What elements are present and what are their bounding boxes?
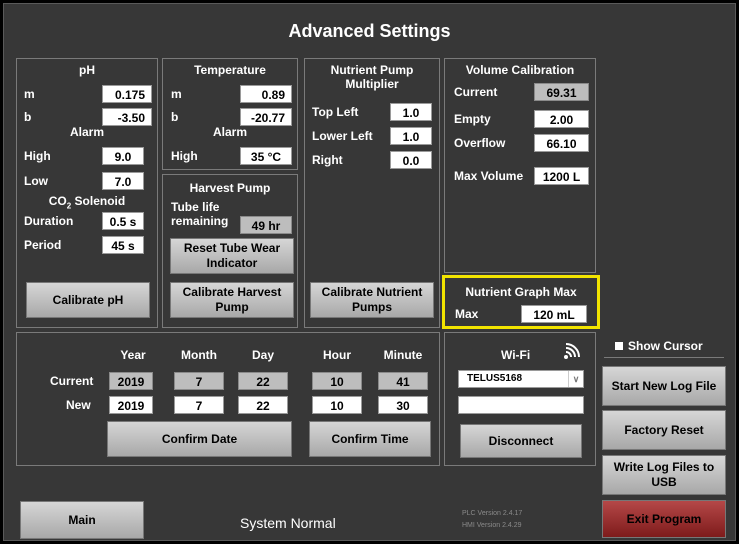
calibrate-harvest-pump-button[interactable]: Calibrate Harvest Pump [170,282,294,318]
wifi-network-value: TELUS5168 [467,373,523,384]
volume-empty-label: Empty [454,112,491,126]
harvest-pump-header: Harvest Pump [189,181,271,195]
ph-low-label: Low [24,174,48,188]
wifi-icon [562,342,582,360]
col-minute: Minute [383,348,423,362]
temp-m-field[interactable]: 0.89 [240,85,292,103]
volume-calibration-header: Volume Calibration [465,63,575,77]
wifi-password-field[interactable] [458,396,584,414]
ph-m-label: m [24,87,35,101]
volume-current-label: Current [454,85,498,99]
max-volume-field[interactable]: 1200 L [534,167,589,185]
hmi-version: HMI Version 2.4.29 [462,522,522,529]
temp-b-field[interactable]: -20.77 [240,108,292,126]
system-status: System Normal [240,515,336,531]
volume-overflow-field[interactable]: 66.10 [534,134,589,152]
temp-alarm-label: Alarm [212,125,247,139]
col-hour: Hour [323,348,351,362]
new-month-field[interactable]: 7 [174,396,224,414]
chevron-down-icon: ∨ [568,371,583,387]
temp-m-label: m [171,87,182,101]
ph-low-field[interactable]: 7.0 [102,172,144,190]
factory-reset-button[interactable]: Factory Reset [602,410,726,450]
exit-program-button[interactable]: Exit Program [602,500,726,538]
nutrient-graph-max-header: Nutrient Graph Max [465,285,577,299]
current-minute: 41 [378,372,428,390]
top-left-field[interactable]: 1.0 [390,103,432,121]
period-label: Period [24,238,62,252]
period-field[interactable]: 45 s [102,236,144,254]
duration-field[interactable]: 0.5 s [102,212,144,230]
main-button[interactable]: Main [20,501,144,539]
volume-overflow-label: Overflow [454,136,506,150]
divider [604,357,724,358]
confirm-time-button[interactable]: Confirm Time [309,421,431,457]
col-year: Year [120,348,146,362]
ph-high-label: High [24,149,51,163]
page-title: Advanced Settings [288,21,451,41]
confirm-date-button[interactable]: Confirm Date [107,421,292,457]
calibrate-ph-button[interactable]: Calibrate pH [26,282,150,318]
temp-b-label: b [171,110,179,124]
volume-current-value: 69.31 [534,83,589,101]
ph-b-field[interactable]: -3.50 [102,108,152,126]
current-date-label: Current [50,374,94,388]
lower-left-field[interactable]: 1.0 [390,127,432,145]
ph-m-field[interactable]: 0.175 [102,85,152,103]
plc-version: PLC Version 2.4.17 [462,510,523,517]
new-minute-field[interactable]: 30 [378,396,428,414]
disconnect-button[interactable]: Disconnect [460,424,582,458]
right-field[interactable]: 0.0 [390,151,432,169]
current-hour: 10 [312,372,362,390]
temperature-header: Temperature [194,63,266,77]
volume-empty-field[interactable]: 2.00 [534,110,589,128]
graph-max-label: Max [455,307,479,321]
lower-left-label: Lower Left [312,129,373,143]
current-day: 22 [238,372,288,390]
temp-high-field[interactable]: 35 °C [240,147,292,165]
ph-header: pH [79,63,95,77]
calibrate-nutrient-pumps-button[interactable]: Calibrate Nutrient Pumps [310,282,434,318]
wifi-network-select[interactable]: TELUS5168 ∨ [458,370,584,388]
start-new-log-file-button[interactable]: Start New Log File [602,366,726,406]
tube-life-label: Tube life remaining [171,200,229,228]
ph-alarm-label: Alarm [69,125,104,139]
show-cursor-checkbox[interactable] [615,342,623,350]
right-label: Right [312,153,343,167]
show-cursor-label: Show Cursor [628,339,703,353]
new-hour-field[interactable]: 10 [312,396,362,414]
duration-label: Duration [24,214,74,228]
reset-tube-wear-button[interactable]: Reset Tube Wear Indicator [170,238,294,274]
co2-solenoid-label: CO2 Solenoid [48,194,126,211]
advanced-settings-screen: Advanced Settings pH m 0.175 b -3.50 Ala… [3,3,736,541]
graph-max-field[interactable]: 120 mL [521,305,587,323]
ph-high-field[interactable]: 9.0 [102,147,144,165]
new-date-label: New [66,398,91,412]
nutrient-pump-header: Nutrient Pump Multiplier [330,63,414,91]
ph-b-label: b [24,110,32,124]
write-log-files-button[interactable]: Write Log Files to USB [602,455,726,495]
tube-life-value: 49 hr [240,216,292,234]
top-left-label: Top Left [312,105,359,119]
new-year-field[interactable]: 2019 [109,396,153,414]
new-day-field[interactable]: 22 [238,396,288,414]
max-volume-label: Max Volume [454,169,524,183]
current-year: 2019 [109,372,153,390]
current-month: 7 [174,372,224,390]
wifi-label: Wi-Fi [501,348,531,362]
col-day: Day [251,348,274,362]
col-month: Month [181,348,217,362]
temp-high-label: High [171,149,198,163]
